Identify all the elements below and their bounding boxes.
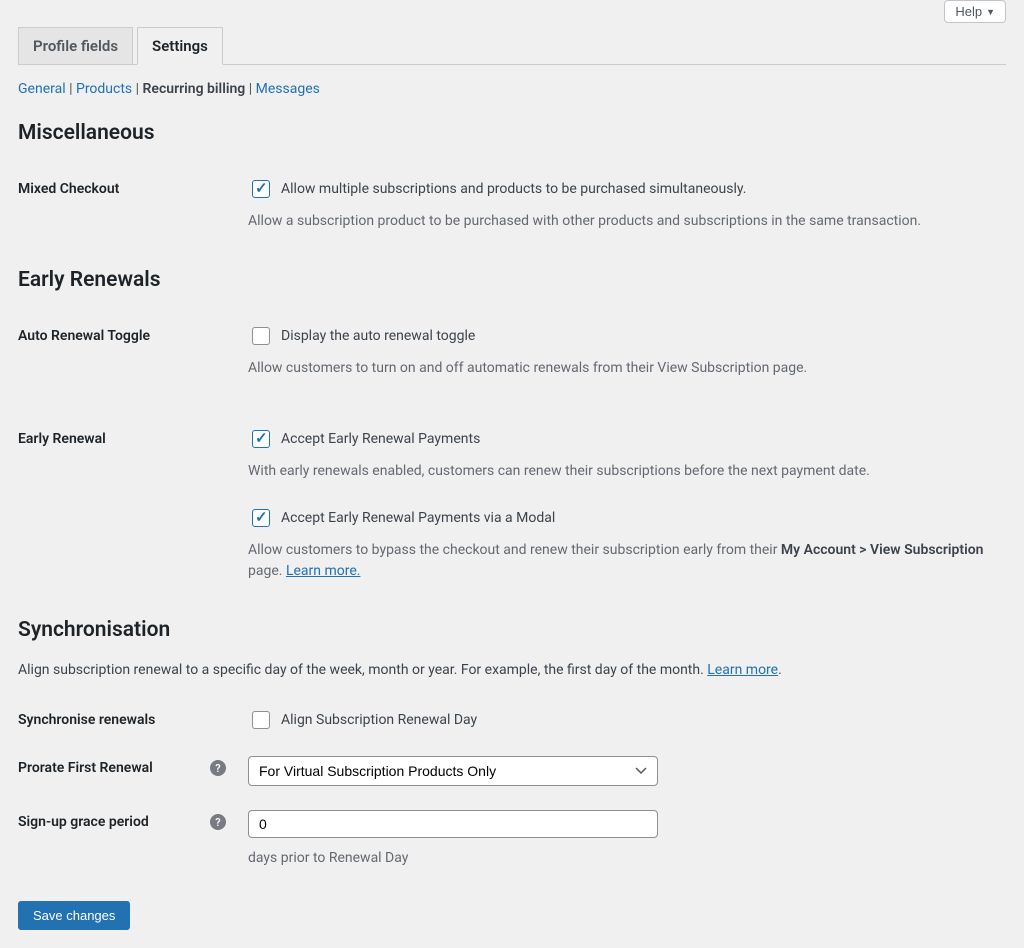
help-icon[interactable]: ? bbox=[210, 814, 226, 830]
mixed-checkout-chk-label: Allow multiple subscriptions and product… bbox=[281, 181, 746, 197]
subnav-products[interactable]: Products bbox=[76, 81, 132, 97]
tab-profile-fields[interactable]: Profile fields bbox=[18, 27, 133, 65]
subnav: General | Products | Recurring billing |… bbox=[18, 81, 1006, 97]
sync-section-desc: Align subscription renewal to a specific… bbox=[18, 662, 1006, 678]
subnav-general[interactable]: General bbox=[18, 81, 66, 97]
auto-renewal-label: Auto Renewal Toggle bbox=[18, 312, 248, 415]
early-renewal-chk-label: Accept Early Renewal Payments bbox=[281, 431, 480, 447]
early-renewal-checkbox[interactable] bbox=[252, 430, 270, 448]
early-renewal-learn-more-link[interactable]: Learn more. bbox=[286, 563, 361, 579]
early-renewal-desc: With early renewals enabled, customers c… bbox=[248, 461, 1006, 482]
sync-renewals-chk-label: Align Subscription Renewal Day bbox=[281, 712, 477, 728]
section-heading-early-renewals: Early Renewals bbox=[18, 268, 1006, 292]
mixed-checkout-checkbox[interactable] bbox=[252, 180, 270, 198]
auto-renewal-desc: Allow customers to turn on and off autom… bbox=[248, 358, 1006, 379]
early-renewal-label: Early Renewal bbox=[18, 415, 248, 594]
mixed-checkout-desc: Allow a subscription product to be purch… bbox=[248, 211, 1006, 232]
auto-renewal-checkbox[interactable] bbox=[252, 327, 270, 345]
sync-renewals-checkbox[interactable] bbox=[252, 711, 270, 729]
subnav-messages[interactable]: Messages bbox=[256, 81, 320, 97]
grace-period-label: Sign-up grace period bbox=[18, 814, 149, 830]
auto-renewal-chk-label: Display the auto renewal toggle bbox=[281, 328, 475, 344]
prorate-select[interactable]: For Virtual Subscription Products Only bbox=[248, 756, 658, 786]
sync-learn-more-link[interactable]: Learn more bbox=[707, 662, 778, 678]
help-icon[interactable]: ? bbox=[210, 760, 226, 776]
subnav-recurring: Recurring billing bbox=[143, 81, 246, 97]
help-button-label: Help bbox=[955, 4, 982, 19]
early-renewal-modal-chk-label: Accept Early Renewal Payments via a Moda… bbox=[281, 510, 555, 526]
help-button[interactable]: Help ▼ bbox=[944, 0, 1006, 23]
tabs: Profile fields Settings bbox=[18, 27, 1006, 65]
section-heading-miscellaneous: Miscellaneous bbox=[18, 121, 1006, 145]
prorate-label: Prorate First Renewal bbox=[18, 760, 153, 776]
grace-period-desc: days prior to Renewal Day bbox=[248, 848, 1006, 869]
sync-renewals-label: Synchronise renewals bbox=[18, 696, 248, 744]
save-button[interactable]: Save changes bbox=[18, 901, 130, 930]
tab-settings[interactable]: Settings bbox=[137, 27, 223, 65]
early-renewal-modal-desc: Allow customers to bypass the checkout a… bbox=[248, 540, 1006, 582]
caret-down-icon: ▼ bbox=[986, 7, 995, 17]
section-heading-synchronisation: Synchronisation bbox=[18, 618, 1006, 642]
early-renewal-modal-checkbox[interactable] bbox=[252, 509, 270, 527]
mixed-checkout-label: Mixed Checkout bbox=[18, 165, 248, 244]
grace-period-input[interactable] bbox=[248, 810, 658, 838]
